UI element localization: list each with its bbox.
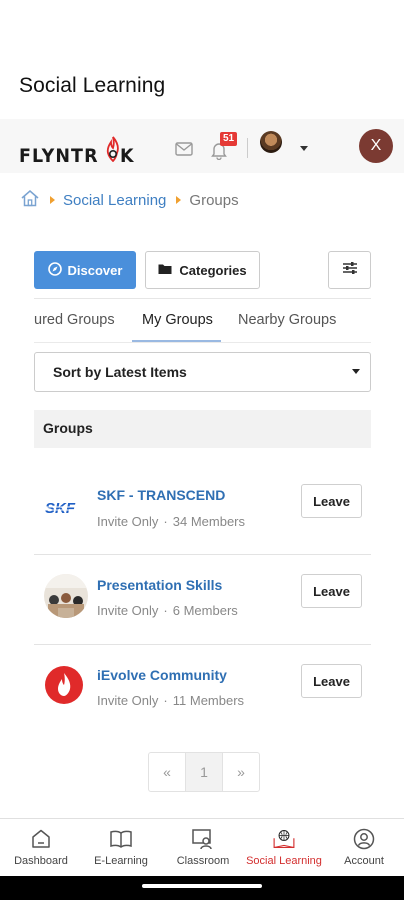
home-indicator[interactable]	[142, 884, 262, 888]
book-icon	[109, 827, 133, 851]
list-item: SKF SKF - TRANSCEND Invite Only · 34 Membe…	[34, 458, 371, 547]
pagination-page-current[interactable]: 1	[185, 753, 222, 791]
logo-text-left: FLYNTR	[19, 145, 99, 167]
group-meta: Invite Only · 6 Members	[97, 603, 238, 618]
discover-label: Discover	[67, 262, 123, 278]
svg-text:SKF: SKF	[45, 500, 76, 517]
header-divider	[247, 138, 248, 158]
breadcrumb-groups: Groups	[189, 191, 239, 209]
tab-nearby-groups[interactable]: Nearby Groups	[238, 312, 336, 328]
discover-button[interactable]: Discover	[34, 251, 136, 289]
tabs-top-border	[34, 298, 371, 299]
list-item: iEvolve Community Invite Only · 11 Members…	[34, 645, 371, 734]
group-name[interactable]: SKF - TRANSCEND	[97, 487, 225, 503]
tab-featured-groups[interactable]: ured Groups	[34, 312, 115, 328]
group-logo-skf[interactable]: SKF	[44, 498, 88, 518]
home-icon	[29, 827, 53, 851]
list-item: Presentation Skills Invite Only · 6 Member…	[34, 555, 371, 644]
categories-button[interactable]: Categories	[145, 251, 260, 289]
group-members: 11 Members	[172, 693, 245, 708]
system-gesture-bar	[0, 876, 404, 900]
tab-my-groups[interactable]: My Groups	[142, 312, 213, 328]
group-privacy: Invite Only	[97, 603, 159, 618]
categories-label: Categories	[179, 262, 247, 278]
user-initial-avatar[interactable]: X	[359, 129, 393, 163]
group-meta: Invite Only · 34 Members	[97, 514, 245, 529]
globe-book-icon	[272, 827, 296, 851]
nav-label: Classroom	[176, 855, 230, 867]
group-name[interactable]: iEvolve Community	[97, 667, 227, 683]
breadcrumb-separator	[176, 196, 182, 204]
group-privacy: Invite Only	[97, 693, 159, 708]
group-privacy: Invite Only	[97, 514, 159, 529]
nav-classroom[interactable]: Classroom	[163, 827, 243, 867]
user-circle-icon	[352, 827, 376, 851]
classroom-icon	[191, 827, 215, 851]
nav-label: Account	[344, 855, 384, 867]
leave-button[interactable]: Leave	[301, 574, 362, 608]
chevron-down-icon[interactable]	[300, 146, 308, 151]
nav-social-learning[interactable]: Social Learning	[244, 827, 324, 867]
nav-label: Social Learning	[246, 855, 322, 867]
nav-label: Dashboard	[14, 855, 68, 867]
group-members: 34 Members	[172, 514, 246, 529]
group-logo-presentation[interactable]	[44, 574, 88, 618]
groups-section-header: Groups	[34, 410, 371, 448]
meta-separator: ·	[163, 693, 168, 708]
group-members: 6 Members	[172, 603, 238, 618]
nav-label: E-Learning	[94, 855, 148, 867]
notification-badge: 51	[220, 132, 238, 146]
group-name[interactable]: Presentation Skills	[97, 577, 222, 593]
meta-separator: ·	[163, 603, 168, 618]
select-caret-icon	[352, 369, 360, 374]
app-title: Social Learning	[19, 74, 166, 97]
breadcrumb: Social Learning Groups	[20, 189, 239, 211]
leave-button[interactable]: Leave	[301, 484, 362, 518]
pagination-prev[interactable]: «	[149, 753, 185, 791]
group-meta: Invite Only · 11 Members	[97, 693, 244, 708]
breadcrumb-social-learning[interactable]: Social Learning	[63, 192, 166, 209]
sliders-icon	[342, 261, 358, 280]
nav-dashboard[interactable]: Dashboard	[1, 827, 81, 867]
pagination-next[interactable]: »	[222, 753, 259, 791]
logo-text-right: K	[119, 145, 135, 167]
bottom-nav: Dashboard E-Learning Classroom Social Le…	[0, 818, 404, 877]
tabs-bottom-border	[34, 342, 371, 343]
home-icon[interactable]	[20, 189, 40, 211]
filter-button[interactable]	[328, 251, 371, 289]
folder-icon	[158, 263, 172, 278]
meta-separator: ·	[163, 514, 168, 529]
nav-account[interactable]: Account	[324, 827, 404, 867]
nav-e-learning[interactable]: E-Learning	[81, 827, 161, 867]
profile-avatar[interactable]	[260, 131, 282, 153]
sort-select[interactable]: Sort by Latest Items	[34, 352, 371, 392]
compass-icon	[47, 261, 62, 279]
leave-button[interactable]: Leave	[301, 664, 362, 698]
breadcrumb-separator	[50, 196, 55, 204]
brand-logo[interactable]: FLYNTR K	[19, 135, 136, 167]
mail-icon[interactable]	[175, 141, 193, 157]
flame-icon	[106, 136, 120, 167]
group-logo-ievolve[interactable]	[44, 665, 88, 709]
pagination: « 1 »	[148, 752, 260, 792]
